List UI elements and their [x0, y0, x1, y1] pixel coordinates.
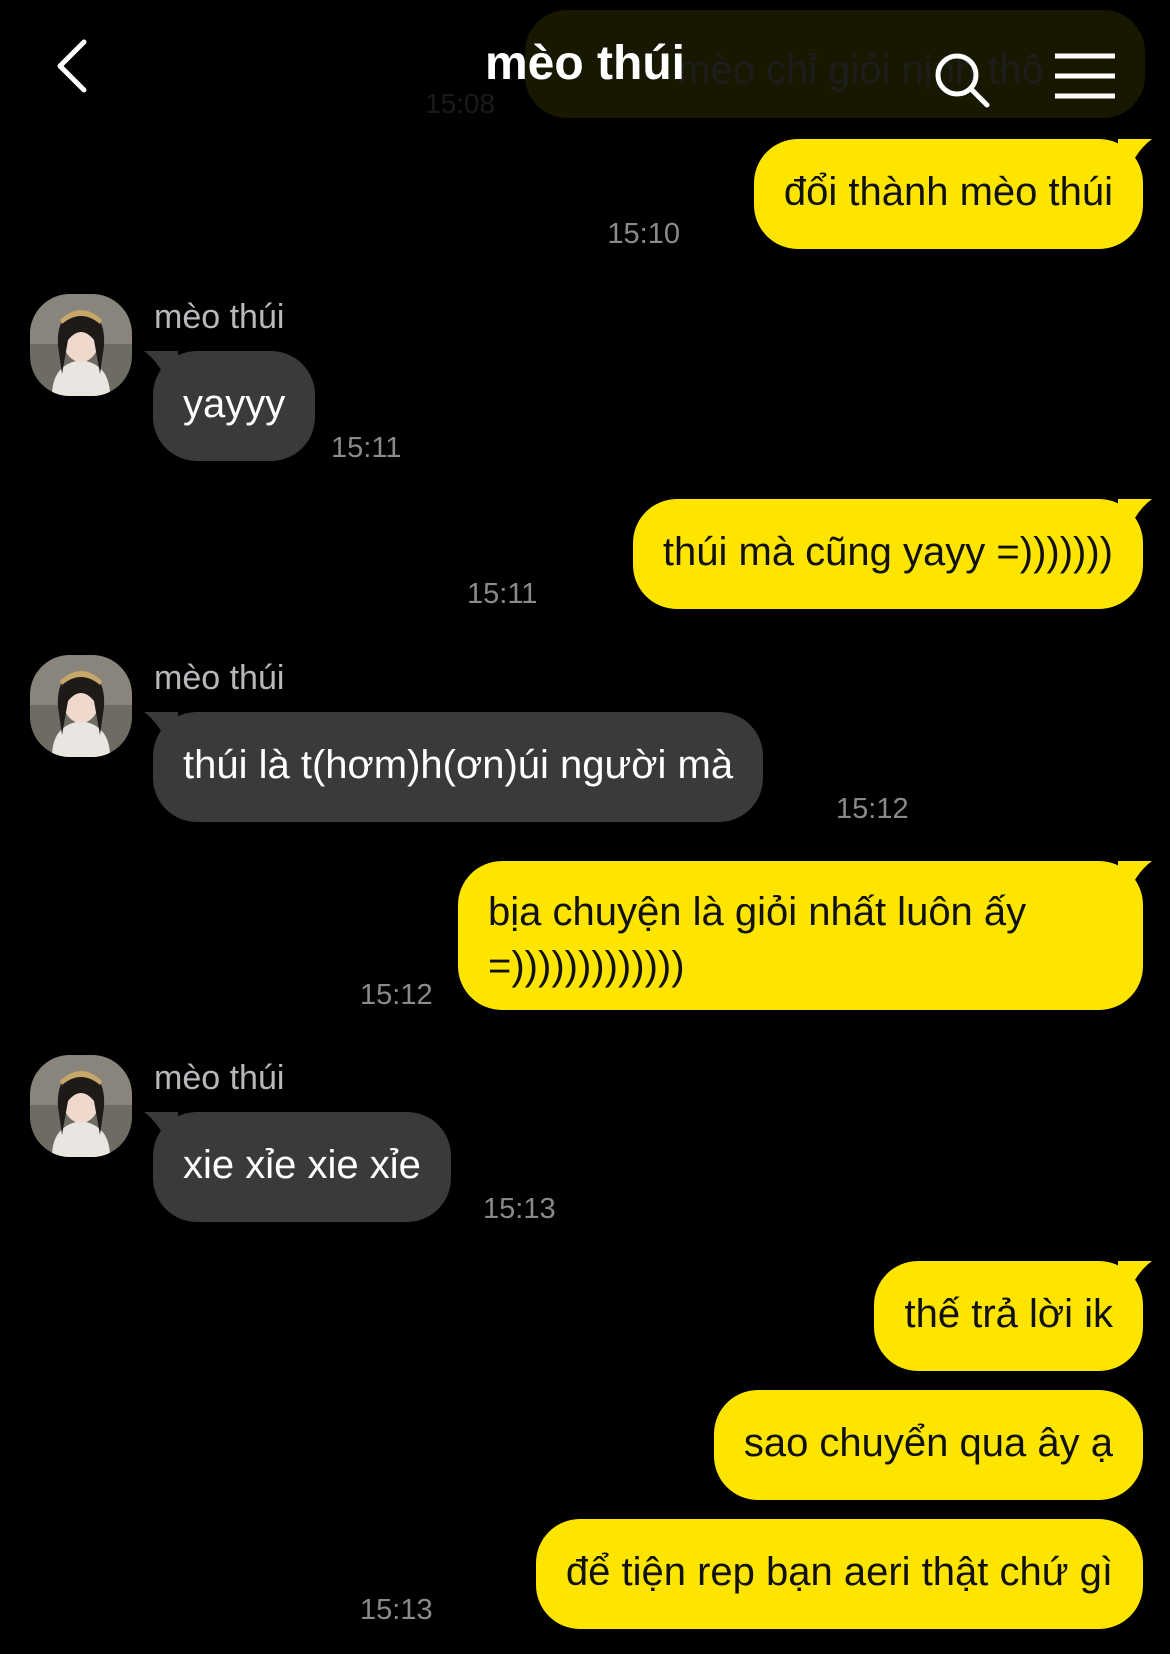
chevron-left-icon[interactable]: [50, 36, 100, 96]
sender-name: mèo thúi: [154, 659, 285, 697]
message-time: 15:12: [836, 793, 909, 825]
message-text: đổi thành mèo thúi: [783, 170, 1113, 214]
incoming-message-bubble[interactable]: yayyy: [153, 351, 316, 461]
avatar[interactable]: [30, 294, 132, 396]
bubble-tail: [1118, 139, 1152, 171]
outgoing-message-bubble[interactable]: đổi thành mèo thúi: [753, 139, 1143, 249]
outgoing-message-bubble[interactable]: thúi mà cũng yayy =))))))): [632, 499, 1143, 609]
bubble-tail: [1118, 1261, 1152, 1293]
message-time: 15:11: [331, 432, 402, 464]
outgoing-message-bubble[interactable]: bịa chuyện là giỏi nhất luôn ấy =)))))))…: [458, 861, 1143, 1010]
bubble-tail: [1118, 861, 1152, 893]
message-text: sao chuyển qua ây ạ: [743, 1421, 1113, 1465]
outgoing-message-bubble[interactable]: sao chuyển qua ây ạ: [713, 1390, 1143, 1500]
message-text: thế trả lời ik: [904, 1292, 1113, 1336]
avatar[interactable]: [30, 1055, 132, 1157]
chat-header: mèo thúi: [0, 0, 1170, 130]
incoming-message-bubble[interactable]: thúi là t(hơm)h(ơn)úi người mà: [153, 712, 764, 822]
incoming-message-bubble[interactable]: xie xỉe xie xỉe: [153, 1112, 451, 1222]
message-time: 15:11: [467, 578, 538, 610]
hamburger-menu-icon[interactable]: [1053, 52, 1117, 100]
outgoing-message-bubble[interactable]: thế trả lời ik: [874, 1261, 1143, 1371]
avatar[interactable]: [30, 655, 132, 757]
sender-name: mèo thúi: [154, 298, 285, 336]
message-text: để tiện rep bạn aeri thật chứ gì: [565, 1550, 1113, 1594]
message-time: 15:12: [360, 979, 433, 1011]
chat-view: mèo chỉ giỏi nịnh thô 15:08 mèo thúi đổi…: [0, 0, 1170, 1654]
message-text: thúi mà cũng yayy =))))))): [662, 530, 1113, 574]
outgoing-message-bubble[interactable]: để tiện rep bạn aeri thật chứ gì: [535, 1519, 1143, 1629]
message-text: bịa chuyện là giỏi nhất luôn ấy =)))))))…: [488, 890, 1027, 988]
search-icon[interactable]: [932, 50, 992, 110]
message-text: thúi là t(hơm)h(ơn)úi người mà: [183, 743, 734, 787]
message-text: yayyy: [183, 382, 286, 426]
bubble-tail: [1118, 499, 1152, 531]
sender-name: mèo thúi: [154, 1059, 285, 1097]
message-time: 15:13: [360, 1594, 433, 1626]
message-time: 15:13: [483, 1193, 556, 1225]
message-time: 15:10: [607, 218, 680, 250]
message-text: xie xỉe xie xỉe: [183, 1143, 421, 1187]
chat-title: mèo thúi: [485, 37, 685, 90]
